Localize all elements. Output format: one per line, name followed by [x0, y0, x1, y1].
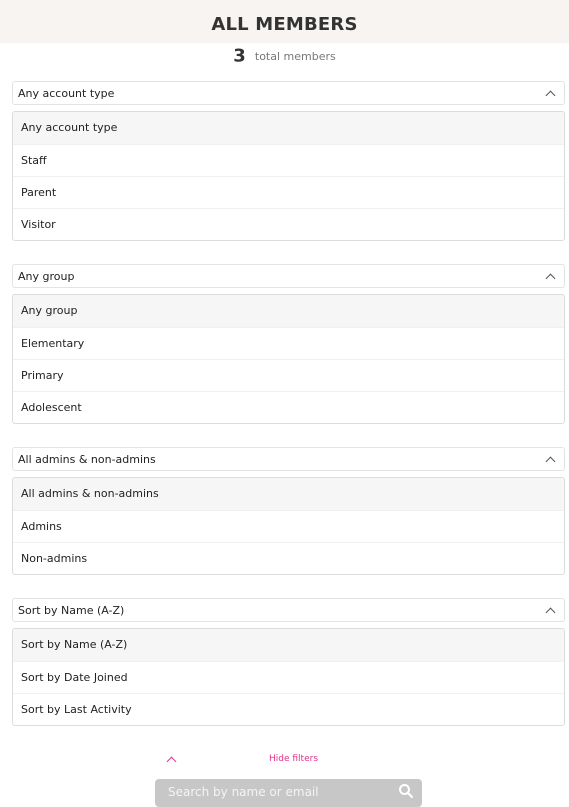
- sort-filter: Sort by Name (A-Z) Sort by Name (A-Z) So…: [12, 598, 565, 726]
- hide-filters-toggle[interactable]: Hide filters: [0, 752, 569, 770]
- option-sort-last-activity[interactable]: Sort by Last Activity: [13, 693, 564, 725]
- chevron-up-icon: [545, 456, 556, 466]
- hide-filters-link[interactable]: Hide filters: [269, 754, 318, 764]
- option-any-account-type[interactable]: Any account type: [13, 112, 564, 144]
- chevron-up-icon: [545, 90, 556, 100]
- member-count-label: total members: [254, 49, 336, 63]
- search-input[interactable]: [168, 785, 398, 799]
- sort-options: Sort by Name (A-Z) Sort by Date Joined S…: [12, 628, 565, 726]
- account-type-filter: Any account type Any account type Staff …: [12, 81, 565, 241]
- group-select[interactable]: Any group: [12, 264, 565, 288]
- account-type-options: Any account type Staff Parent Visitor: [12, 111, 565, 241]
- page-title: ALL MEMBERS: [211, 14, 358, 35]
- option-any-group[interactable]: Any group: [13, 295, 564, 327]
- sort-select[interactable]: Sort by Name (A-Z): [12, 598, 565, 622]
- option-adolescent[interactable]: Adolescent: [13, 391, 564, 423]
- admin-filter: All admins & non-admins All admins & non…: [12, 447, 565, 575]
- option-sort-date-joined[interactable]: Sort by Date Joined: [13, 661, 564, 693]
- chevron-up-icon: [545, 273, 556, 283]
- chevron-up-icon: [545, 607, 556, 617]
- page-header: ALL MEMBERS: [0, 0, 569, 43]
- option-elementary[interactable]: Elementary: [13, 327, 564, 359]
- admin-select[interactable]: All admins & non-admins: [12, 447, 565, 471]
- sort-selected: Sort by Name (A-Z): [18, 603, 125, 617]
- search-icon[interactable]: [398, 783, 414, 799]
- chevron-up-icon[interactable]: [166, 756, 177, 767]
- group-selected: Any group: [18, 269, 75, 283]
- group-filter: Any group Any group Elementary Primary A…: [12, 264, 565, 424]
- option-sort-name[interactable]: Sort by Name (A-Z): [13, 629, 564, 661]
- admin-selected: All admins & non-admins: [18, 452, 156, 466]
- option-parent[interactable]: Parent: [13, 176, 564, 208]
- option-primary[interactable]: Primary: [13, 359, 564, 391]
- option-staff[interactable]: Staff: [13, 144, 564, 176]
- member-count-number: 3: [233, 45, 246, 67]
- option-non-admins[interactable]: Non-admins: [13, 542, 564, 574]
- option-visitor[interactable]: Visitor: [13, 208, 564, 240]
- account-type-selected: Any account type: [18, 86, 115, 100]
- option-all-admins[interactable]: All admins & non-admins: [13, 478, 564, 510]
- member-count: 3 total members: [0, 45, 569, 67]
- group-options: Any group Elementary Primary Adolescent: [12, 294, 565, 424]
- admin-options: All admins & non-admins Admins Non-admin…: [12, 477, 565, 575]
- account-type-select[interactable]: Any account type: [12, 81, 565, 105]
- option-admins[interactable]: Admins: [13, 510, 564, 542]
